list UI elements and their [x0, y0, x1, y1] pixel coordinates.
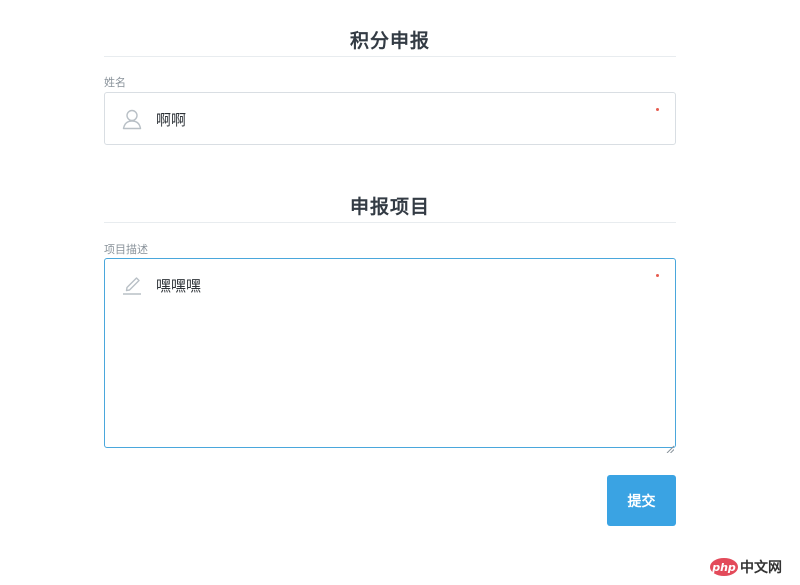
user-icon [121, 108, 143, 130]
pencil-icon [121, 273, 143, 295]
description-textarea[interactable]: 嘿嘿嘿 [104, 258, 676, 454]
submit-button[interactable]: 提交 [607, 475, 676, 526]
name-value: 啊啊 [156, 111, 187, 129]
resize-handle-icon[interactable] [666, 438, 675, 454]
watermark-badge: php [710, 558, 738, 576]
required-indicator [656, 274, 659, 277]
divider [104, 222, 676, 223]
description-label: 项目描述 [104, 243, 148, 256]
name-field[interactable]: 啊啊 [104, 92, 676, 145]
required-indicator [656, 108, 659, 111]
form-page: 积分申报 姓名 啊啊 申报项目 项目描述 嘿嘿嘿 提交 php 中文网 [0, 0, 800, 585]
divider [104, 56, 676, 57]
name-label: 姓名 [104, 76, 126, 89]
section-title-points: 积分申报 [349, 30, 430, 52]
description-value: 嘿嘿嘿 [156, 277, 202, 295]
section-title-project: 申报项目 [349, 196, 430, 218]
watermark-logo: php 中文网 [710, 557, 782, 577]
watermark-text: 中文网 [740, 560, 782, 576]
